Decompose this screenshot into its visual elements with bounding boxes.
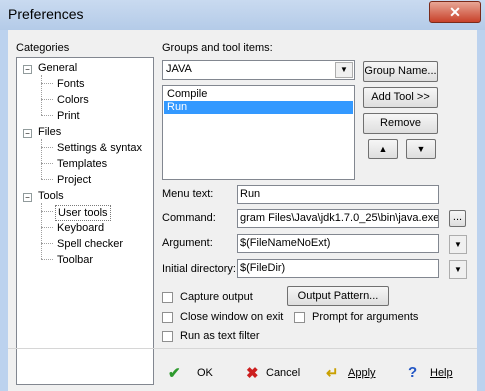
initial-directory-macro-button[interactable]: ▼	[449, 260, 467, 279]
argument-value: $(FileNameNoExt)	[240, 237, 331, 249]
list-item-run[interactable]: Run	[164, 101, 353, 114]
argument-macro-button[interactable]: ▼	[449, 235, 467, 254]
initial-directory-value: $(FileDir)	[240, 262, 286, 274]
output-pattern-button[interactable]: Output Pattern...	[287, 286, 389, 306]
apply-arrow-icon: ↵	[326, 365, 339, 382]
ok-label: OK	[197, 367, 213, 379]
tree-line	[41, 139, 42, 179]
categories-label: Categories	[16, 42, 70, 54]
checkmark-icon: ✔	[168, 365, 181, 382]
add-tool-button[interactable]: Add Tool >>	[363, 87, 438, 108]
initial-directory-label: Initial directory:	[162, 263, 236, 275]
ok-button[interactable]: ✔ OK	[168, 363, 218, 385]
window-title: Preferences	[8, 6, 84, 22]
close-icon: ✕	[449, 4, 461, 20]
list-item-compile[interactable]: Compile	[164, 88, 353, 101]
menu-text-field[interactable]: Run	[237, 185, 439, 204]
tree-item-fonts[interactable]: Fonts	[57, 78, 85, 90]
categories-tree[interactable]: − General Fonts Colors Print − Files Set…	[16, 57, 154, 385]
tree-line	[41, 147, 53, 148]
command-label: Command:	[162, 212, 216, 224]
tools-expander-icon[interactable]: −	[23, 193, 32, 202]
tree-line	[41, 163, 53, 164]
tree-line	[41, 115, 53, 116]
files-expander-icon[interactable]: −	[23, 129, 32, 138]
chevron-down-icon: ▼	[454, 240, 462, 249]
groups-label: Groups and tool items:	[162, 42, 273, 54]
title-bar: Preferences ✕	[0, 0, 485, 30]
cancel-x-icon: ✖	[246, 365, 259, 382]
tree-item-files[interactable]: Files	[38, 126, 61, 138]
tree-line	[41, 83, 53, 84]
tree-item-toolbar[interactable]: Toolbar	[57, 254, 93, 266]
tree-item-colors[interactable]: Colors	[57, 94, 89, 106]
arrow-down-icon: ▼	[416, 144, 426, 154]
menu-text-label: Menu text:	[162, 188, 214, 200]
help-button[interactable]: ? Help	[408, 363, 463, 385]
argument-label: Argument:	[162, 237, 213, 249]
close-button[interactable]: ✕	[429, 1, 481, 23]
move-down-button[interactable]: ▼	[406, 139, 436, 159]
general-expander-icon[interactable]: −	[23, 65, 32, 74]
tree-line	[41, 179, 53, 180]
tree-item-spell-checker[interactable]: Spell checker	[57, 238, 123, 250]
command-field[interactable]: gram Files\Java\jdk1.7.0_25\bin\java.exe	[237, 209, 439, 228]
preferences-window: Preferences ✕ Categories − General Fonts…	[0, 0, 485, 391]
tree-line	[41, 75, 42, 115]
help-question-icon: ?	[408, 364, 418, 381]
prompt-arguments-label: Prompt for arguments	[312, 311, 419, 323]
tool-items-list[interactable]: Compile Run	[162, 85, 355, 180]
text-filter-label: Run as text filter	[180, 330, 260, 342]
cancel-label: Cancel	[266, 367, 301, 379]
move-up-button[interactable]: ▲	[368, 139, 398, 159]
apply-button[interactable]: ↵ Apply	[326, 363, 381, 385]
group-select-value: JAVA	[166, 63, 192, 75]
close-window-label: Close window on exit	[180, 311, 284, 323]
prompt-arguments-checkbox[interactable]	[294, 312, 305, 323]
tree-item-tools[interactable]: Tools	[38, 190, 64, 202]
text-filter-checkbox[interactable]	[162, 331, 173, 342]
chevron-down-icon: ▼	[340, 65, 348, 74]
menu-text-value: Run	[240, 188, 261, 200]
tree-item-templates[interactable]: Templates	[57, 158, 107, 170]
tree-line	[41, 99, 53, 100]
group-select[interactable]: JAVA ▼	[162, 60, 355, 80]
footer-separator	[8, 348, 477, 349]
argument-field[interactable]: $(FileNameNoExt)	[237, 234, 439, 253]
tree-item-project[interactable]: Project	[57, 174, 91, 186]
tree-line	[41, 259, 53, 260]
help-label: Help	[430, 367, 453, 379]
close-window-checkbox[interactable]	[162, 312, 173, 323]
browse-command-button[interactable]: ...	[449, 210, 466, 227]
capture-output-checkbox[interactable]	[162, 292, 173, 303]
command-value: gram Files\Java\jdk1.7.0_25\bin\java.exe	[240, 212, 439, 224]
tree-item-settings-syntax[interactable]: Settings & syntax	[57, 142, 142, 154]
arrow-up-icon: ▲	[378, 144, 388, 154]
tree-line	[41, 243, 53, 244]
chevron-down-icon: ▼	[454, 265, 462, 274]
tree-line	[41, 211, 53, 212]
tree-item-general[interactable]: General	[38, 62, 77, 74]
initial-directory-field[interactable]: $(FileDir)	[237, 259, 439, 278]
tree-item-print[interactable]: Print	[57, 110, 80, 122]
tree-line	[41, 227, 53, 228]
dialog-client: Categories − General Fonts Colors Print …	[8, 30, 477, 391]
remove-button[interactable]: Remove	[363, 113, 438, 134]
tree-item-keyboard[interactable]: Keyboard	[57, 222, 104, 234]
tree-item-user-tools[interactable]: User tools	[55, 205, 111, 221]
cancel-button[interactable]: ✖ Cancel	[246, 363, 306, 385]
group-dropdown-button[interactable]: ▼	[335, 62, 353, 78]
apply-label: Apply	[348, 367, 376, 379]
capture-output-label: Capture output	[180, 291, 253, 303]
group-name-button[interactable]: Group Name...	[363, 61, 438, 82]
